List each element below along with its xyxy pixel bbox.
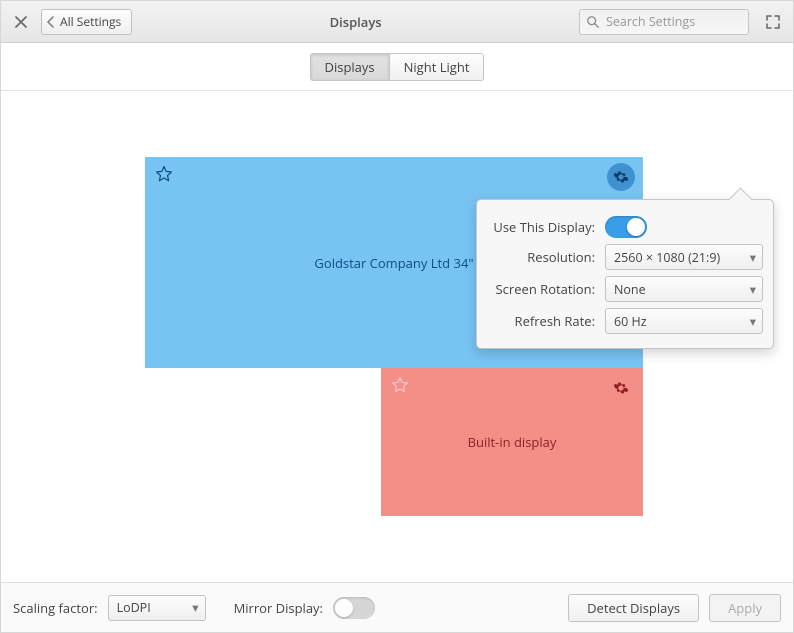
monitor-secondary[interactable]: Built-in display: [381, 368, 643, 516]
monitor-secondary-name: Built-in display: [468, 433, 557, 451]
caret-down-icon: ▾: [750, 313, 756, 330]
search-input[interactable]: Search Settings: [579, 9, 749, 35]
apply-button[interactable]: Apply: [709, 594, 781, 622]
close-icon: [15, 16, 27, 28]
star-icon: [391, 376, 409, 394]
search-placeholder: Search Settings: [606, 13, 695, 30]
search-icon: [586, 15, 600, 29]
back-button-label: All Settings: [60, 13, 121, 30]
refresh-value: 60 Hz: [614, 313, 647, 330]
gear-icon: [613, 380, 629, 396]
primary-display-button[interactable]: [155, 165, 175, 185]
maximize-icon: [766, 15, 780, 29]
segmented-control: Displays Night Light: [310, 53, 485, 81]
scaling-factor-label: Scaling factor:: [13, 599, 98, 617]
mirror-display-toggle[interactable]: [333, 597, 375, 619]
view-switcher: Displays Night Light: [1, 43, 793, 91]
rotation-select[interactable]: None ▾: [605, 276, 763, 302]
resolution-value: 2560 × 1080 (21:9): [614, 249, 720, 266]
footer-bar: Scaling factor: LoDPI ▾ Mirror Display: …: [1, 582, 793, 632]
monitor-primary-settings-button[interactable]: [607, 163, 635, 191]
monitor-secondary-settings-button[interactable]: [607, 374, 635, 402]
scaling-factor-select[interactable]: LoDPI ▾: [108, 595, 206, 621]
tab-displays[interactable]: Displays: [311, 54, 389, 80]
resolution-select[interactable]: 2560 × 1080 (21:9) ▾: [605, 244, 763, 270]
refresh-label: Refresh Rate:: [487, 312, 595, 330]
use-this-display-toggle[interactable]: [605, 216, 647, 238]
gear-icon: [613, 169, 629, 185]
tab-night-light[interactable]: Night Light: [389, 54, 484, 80]
caret-down-icon: ▾: [192, 599, 198, 616]
header-bar: All Settings Displays Search Settings: [1, 1, 793, 43]
settings-window: All Settings Displays Search Settings Di…: [0, 0, 794, 633]
chevron-left-icon: [42, 10, 60, 34]
mirror-display-label: Mirror Display:: [234, 599, 323, 617]
monitor-primary-name: Goldstar Company Ltd 34": [314, 254, 473, 272]
star-icon: [155, 165, 173, 183]
back-all-settings-button[interactable]: All Settings: [41, 9, 132, 35]
caret-down-icon: ▾: [750, 249, 756, 266]
resolution-label: Resolution:: [487, 248, 595, 266]
close-button[interactable]: [7, 8, 35, 36]
window-title: Displays: [138, 13, 573, 31]
refresh-rate-select[interactable]: 60 Hz ▾: [605, 308, 763, 334]
maximize-button[interactable]: [759, 8, 787, 36]
rotation-label: Screen Rotation:: [487, 280, 595, 298]
rotation-value: None: [614, 281, 646, 298]
use-this-display-label: Use This Display:: [487, 218, 595, 236]
secondary-primary-display-button[interactable]: [391, 376, 411, 396]
scaling-factor-value: LoDPI: [117, 599, 151, 616]
detect-displays-button[interactable]: Detect Displays: [568, 594, 699, 622]
display-settings-popover: Use This Display: Resolution: 2560 × 108…: [476, 199, 774, 349]
caret-down-icon: ▾: [750, 281, 756, 298]
display-arrangement-canvas[interactable]: Goldstar Company Ltd 34" Built-in displa…: [1, 91, 793, 582]
